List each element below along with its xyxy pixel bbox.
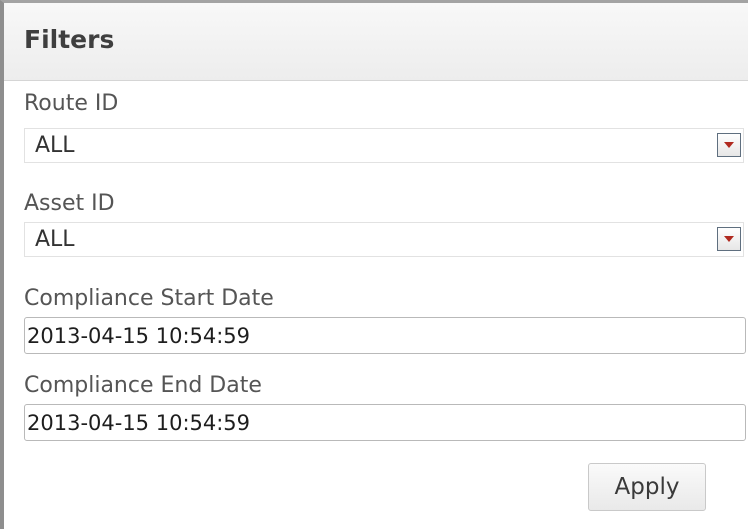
route-id-label: Route ID (24, 91, 119, 116)
compliance-start-date-label: Compliance Start Date (24, 286, 274, 311)
asset-id-select[interactable]: ALL (24, 222, 744, 257)
asset-id-label: Asset ID (24, 191, 115, 216)
compliance-start-date-input[interactable] (24, 317, 746, 354)
apply-button[interactable]: Apply (588, 463, 706, 511)
asset-id-value: ALL (35, 227, 75, 252)
route-id-value: ALL (35, 133, 75, 158)
compliance-end-date-input[interactable] (24, 404, 746, 441)
panel-title: Filters (24, 25, 115, 54)
panel-header: Filters (4, 3, 748, 81)
compliance-end-date-label: Compliance End Date (24, 373, 262, 398)
chevron-down-icon[interactable] (717, 227, 741, 251)
route-id-select[interactable]: ALL (24, 128, 744, 163)
filters-panel: Filters Route ID ALL Asset ID ALL Compli… (0, 0, 748, 529)
chevron-down-icon[interactable] (717, 133, 741, 157)
